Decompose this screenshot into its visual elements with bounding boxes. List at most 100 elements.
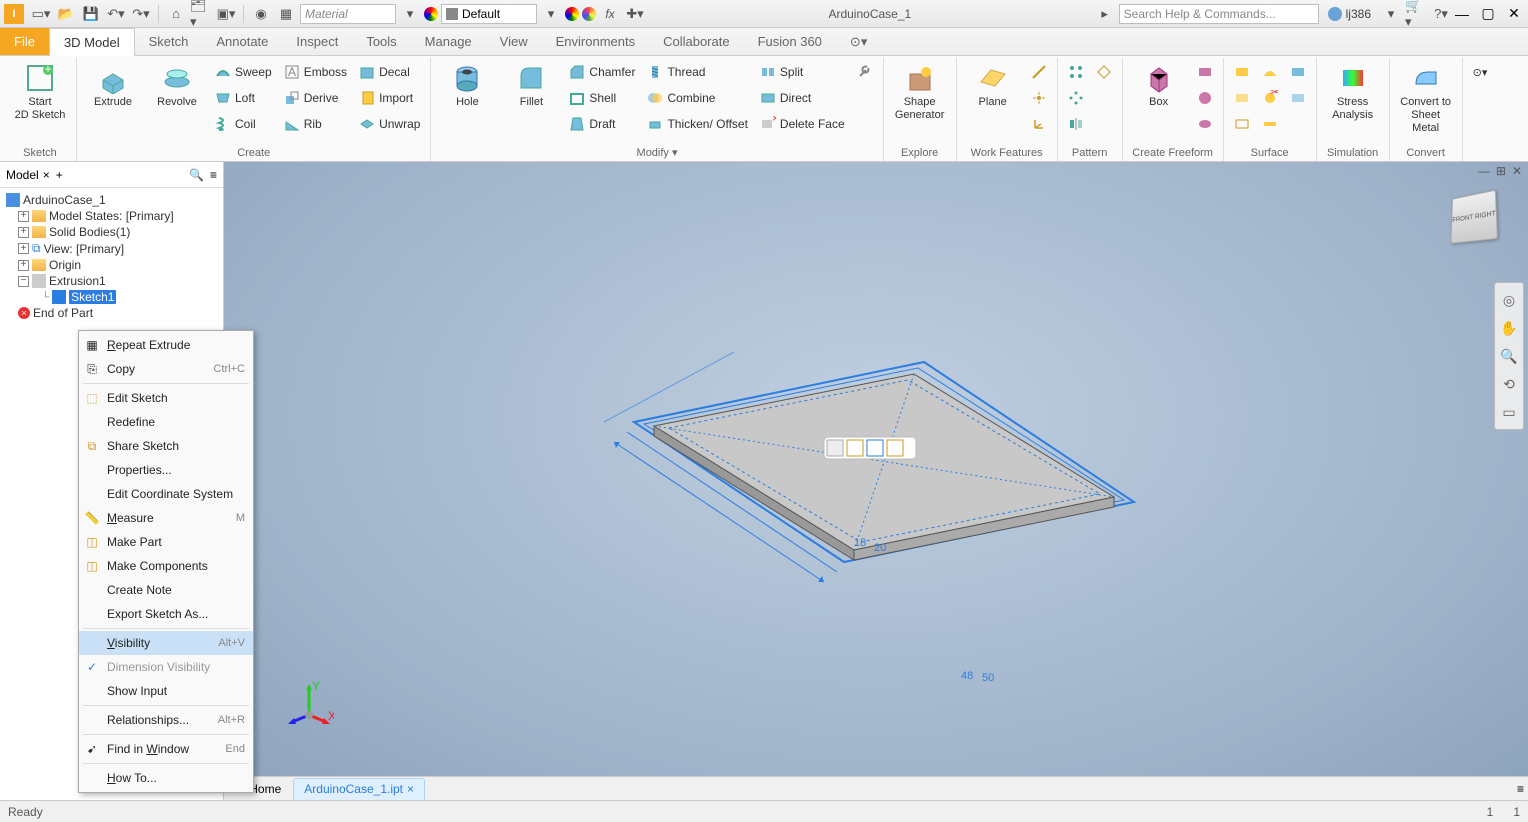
start-2d-sketch-button[interactable]: + Start 2D Sketch — [10, 60, 70, 145]
fx-icon[interactable]: fx — [599, 3, 621, 25]
minimize-button[interactable]: — — [1452, 6, 1472, 22]
browser-tab-model[interactable]: Model × — [6, 168, 50, 182]
menu-make-part[interactable]: ◫Make Part — [79, 530, 253, 554]
undo-icon[interactable]: ↶▾ — [105, 3, 127, 25]
ff3-button[interactable] — [1193, 112, 1217, 136]
menu-how-to[interactable]: How To... — [79, 766, 253, 790]
tab-tools[interactable]: Tools — [352, 28, 410, 55]
redo-icon[interactable]: ↷▾ — [130, 3, 152, 25]
menu-edit-sketch[interactable]: ⬚Edit Sketch — [79, 386, 253, 410]
circ-pattern-button[interactable] — [1064, 86, 1088, 110]
menu-show-input[interactable]: Show Input — [79, 679, 253, 703]
viewport[interactable]: — ⊞ ✕ FRONT RIGHT ◎ ✋ 🔍 ⟲ ▭ — [224, 162, 1528, 800]
surf8-button[interactable] — [1286, 86, 1310, 110]
combine-button[interactable]: Combine — [643, 86, 751, 110]
menu-properties[interactable]: Properties... — [79, 458, 253, 482]
extrude-button[interactable]: Extrude — [83, 60, 143, 145]
loft-button[interactable]: Loft — [211, 86, 276, 110]
look-at-icon[interactable]: ▭ — [1498, 401, 1520, 423]
ff1-button[interactable] — [1193, 60, 1217, 84]
tree-root[interactable]: ArduinoCase_1 — [0, 192, 223, 208]
tab-view[interactable]: View — [486, 28, 542, 55]
surf6-button[interactable] — [1258, 112, 1282, 136]
tab-collaborate[interactable]: Collaborate — [649, 28, 744, 55]
menu-find-in-window[interactable]: ➹Find in WindowEnd — [79, 737, 253, 761]
menu-make-components[interactable]: ◫Make Components — [79, 554, 253, 578]
tree-view[interactable]: +⧉View: [Primary] — [0, 240, 223, 257]
active-document-tab[interactable]: ArduinoCase_1.ipt × — [293, 778, 425, 800]
viewport-maximize-icon[interactable]: ⊞ — [1496, 164, 1506, 178]
search-input[interactable]: Search Help & Commands... — [1119, 4, 1319, 24]
expander-icon[interactable]: + — [18, 260, 29, 271]
stress-analysis-button[interactable]: Stress Analysis — [1323, 60, 1383, 145]
zoom-icon[interactable]: 🔍 — [1498, 345, 1520, 367]
material-indicator-icon[interactable]: ◉ — [250, 3, 272, 25]
home-icon[interactable]: ⌂ — [165, 3, 187, 25]
free-orbit-icon[interactable]: ⟲ — [1498, 373, 1520, 395]
sweep-button[interactable]: Sweep — [211, 60, 276, 84]
surf7-button[interactable] — [1286, 60, 1310, 84]
menu-share-sketch[interactable]: ⧉Share Sketch — [79, 434, 253, 458]
cart-icon[interactable]: 🛒▾ — [1405, 3, 1427, 25]
chamfer-button[interactable]: Chamfer — [565, 60, 639, 84]
menu-visibility[interactable]: VisibilityAlt+V — [79, 631, 253, 655]
surf2-button[interactable] — [1230, 86, 1254, 110]
file-tab[interactable]: File — [0, 28, 49, 55]
expander-icon[interactable]: + — [18, 243, 29, 254]
orbit-icon[interactable]: ◎ — [1498, 289, 1520, 311]
tab-environments[interactable]: Environments — [542, 28, 649, 55]
plus-icon[interactable]: ✚▾ — [624, 3, 646, 25]
menu-repeat-extrude[interactable]: ▦Repeat Extrude — [79, 333, 253, 357]
tab-annotate[interactable]: Annotate — [202, 28, 282, 55]
menu-relationships[interactable]: Relationships...Alt+R — [79, 708, 253, 732]
color-wheel-icon[interactable] — [424, 7, 438, 21]
split-button[interactable]: Split — [756, 60, 849, 84]
search-arrow-icon[interactable]: ▸ — [1094, 3, 1116, 25]
menu-measure[interactable]: 📏MeasureM — [79, 506, 253, 530]
coil-button[interactable]: Coil — [211, 112, 276, 136]
tree-model-states[interactable]: +Model States: [Primary] — [0, 208, 223, 224]
expander-icon[interactable]: + — [18, 227, 29, 238]
close-icon[interactable]: × — [407, 782, 414, 796]
point-button[interactable] — [1027, 86, 1051, 110]
shape-generator-button[interactable]: Shape Generator — [890, 60, 950, 145]
menu-export-sketch[interactable]: Export Sketch As... — [79, 602, 253, 626]
menu-icon[interactable]: ≡ — [210, 168, 217, 182]
material-dropdown[interactable]: Material — [300, 4, 396, 24]
derive-button[interactable]: Derive — [280, 86, 351, 110]
rib-button[interactable]: Rib — [280, 112, 351, 136]
maximize-button[interactable]: ▢ — [1478, 6, 1498, 22]
color-wheel-clear-icon[interactable] — [582, 7, 596, 21]
surf3-button[interactable] — [1230, 112, 1254, 136]
tab-manage[interactable]: Manage — [411, 28, 486, 55]
ucs-button[interactable] — [1027, 112, 1051, 136]
unwrap-button[interactable]: Unwrap — [355, 112, 424, 136]
user-menu[interactable]: lj386 — [1328, 7, 1371, 21]
expander-icon[interactable]: + — [18, 211, 29, 222]
tab-addins[interactable]: ⊙▾ — [836, 28, 881, 55]
pan-icon[interactable]: ✋ — [1498, 317, 1520, 339]
help-icon[interactable]: ?▾ — [1430, 3, 1452, 25]
revolve-button[interactable]: Revolve — [147, 60, 207, 145]
surf4-button[interactable] — [1258, 60, 1282, 84]
tabs-menu-icon[interactable]: ≡ — [1517, 782, 1524, 796]
expander-icon[interactable]: − — [18, 276, 29, 287]
menu-copy[interactable]: ⎘CopyCtrl+C — [79, 357, 253, 381]
tree-end-of-part[interactable]: ×End of Part — [0, 305, 223, 321]
tree-extrusion[interactable]: −Extrusion1 — [0, 273, 223, 289]
delete-face-button[interactable]: ×Delete Face — [756, 112, 849, 136]
tab-inspect[interactable]: Inspect — [282, 28, 352, 55]
tree-origin[interactable]: +Origin — [0, 257, 223, 273]
close-button[interactable]: ✕ — [1504, 6, 1524, 22]
tab-sketch[interactable]: Sketch — [135, 28, 203, 55]
fillet-button[interactable]: Fillet — [501, 60, 561, 144]
search-icon[interactable]: 🔍 — [189, 168, 204, 182]
surf1-button[interactable] — [1230, 60, 1254, 84]
save-icon[interactable]: 💾 — [80, 3, 102, 25]
menu-create-note[interactable]: Create Note — [79, 578, 253, 602]
tree-sketch-selected[interactable]: └Sketch1 — [0, 289, 223, 305]
hole-button[interactable]: Hole — [437, 60, 497, 144]
dropdown-icon[interactable]: ▾ — [540, 3, 562, 25]
modify-overflow-button[interactable] — [853, 60, 877, 84]
tree-solid-bodies[interactable]: +Solid Bodies(1) — [0, 224, 223, 240]
